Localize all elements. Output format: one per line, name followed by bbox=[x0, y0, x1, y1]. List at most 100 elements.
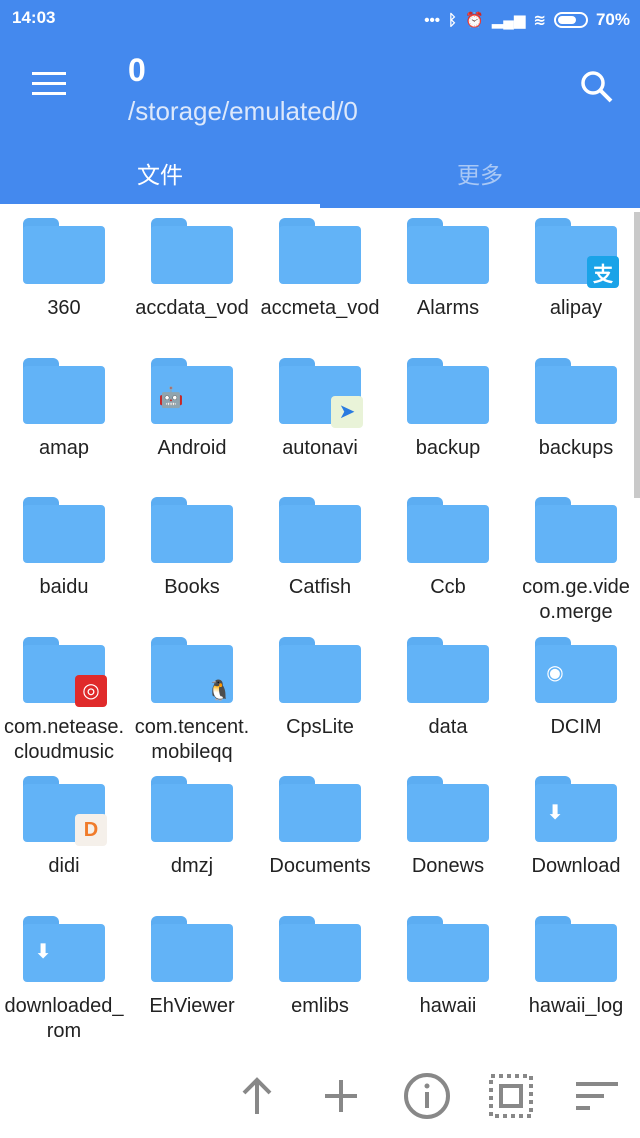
select-all-icon[interactable] bbox=[486, 1068, 536, 1124]
tab-files[interactable]: 文件 bbox=[0, 156, 320, 190]
folder-name: Catfish bbox=[288, 576, 352, 598]
more-dots-icon: ••• bbox=[424, 11, 440, 29]
folder-name: Download bbox=[531, 855, 621, 877]
folder-name: com.ge.video.merge bbox=[522, 576, 630, 623]
menu-button[interactable] bbox=[32, 72, 66, 98]
search-icon[interactable] bbox=[580, 70, 614, 104]
folder-icon: ◎ bbox=[23, 636, 107, 707]
up-arrow-icon[interactable] bbox=[232, 1068, 282, 1124]
bluetooth-icon: ᛒ bbox=[447, 11, 457, 29]
folder-name: 360 bbox=[47, 297, 81, 319]
add-icon[interactable] bbox=[316, 1068, 366, 1124]
folder-icon bbox=[407, 915, 489, 982]
sort-icon[interactable] bbox=[572, 1068, 622, 1124]
folder-name: DCIM bbox=[550, 715, 602, 738]
netease-badge-icon: ◎ bbox=[75, 674, 107, 707]
folder-icon bbox=[151, 776, 233, 842]
folder-item[interactable]: ⬇ Download bbox=[512, 776, 640, 916]
folder-item[interactable]: backups bbox=[512, 357, 640, 498]
folder-name: amap bbox=[38, 436, 90, 459]
folder-name: Documents bbox=[269, 855, 371, 877]
folder-icon bbox=[279, 915, 361, 982]
folder-icon bbox=[407, 218, 489, 284]
folder-item[interactable]: Ddidi bbox=[0, 776, 128, 916]
folder-name: Books bbox=[164, 576, 220, 598]
app-bar: 14:03 ••• ᛒ ⏰ ▂▄▆ ≋ 70% 0 /storage/emula… bbox=[0, 0, 640, 210]
scrollbar[interactable] bbox=[634, 212, 640, 498]
folder-icon bbox=[23, 497, 105, 563]
tab-more[interactable]: 更多 bbox=[320, 156, 640, 190]
alipay-badge-icon: 支 bbox=[587, 256, 619, 288]
folder-item[interactable]: Alarms bbox=[384, 218, 512, 358]
folder-item[interactable]: ⬇ downloaded_rom bbox=[0, 915, 128, 1056]
folder-icon bbox=[535, 915, 617, 982]
folder-item[interactable]: com.ge.video.merge bbox=[512, 497, 640, 637]
folder-item[interactable]: accdata_vod bbox=[128, 218, 256, 358]
folder-name: hawaii bbox=[419, 994, 477, 1017]
alarm-icon: ⏰ bbox=[465, 12, 484, 29]
folder-name: Alarms bbox=[416, 297, 480, 319]
file-grid: 360 accdata_vod accmeta_vod Alarms 支 alipay am… bbox=[0, 218, 632, 1055]
folder-item[interactable]: 支 alipay bbox=[512, 218, 640, 358]
folder-name: backup bbox=[415, 436, 481, 459]
signal-icon: ▂▄▆ bbox=[491, 12, 526, 29]
folder-name: EhViewer bbox=[149, 994, 235, 1017]
folder-icon bbox=[151, 915, 233, 982]
folder-item[interactable]: amap bbox=[0, 357, 128, 498]
folder-icon: ⬇ bbox=[535, 776, 617, 842]
folder-item[interactable]: hawaii_log bbox=[512, 915, 640, 1056]
folder-name: data bbox=[428, 715, 468, 738]
folder-item[interactable]: CpsLite bbox=[256, 636, 384, 777]
folder-name: Ccb bbox=[430, 576, 466, 598]
folder-item[interactable]: Ccb bbox=[384, 497, 512, 637]
folder-icon: 🤖 bbox=[151, 357, 233, 424]
folder-name: autonavi bbox=[282, 436, 358, 459]
folder-item[interactable]: EhViewer bbox=[128, 915, 256, 1056]
folder-name: com.netease.cloudmusic bbox=[3, 715, 125, 763]
bottom-toolbar bbox=[0, 1068, 640, 1124]
folder-icon: ◉ bbox=[535, 636, 617, 703]
folder-item[interactable]: ➤ autonavi bbox=[256, 357, 384, 498]
folder-item[interactable]: Catfish bbox=[256, 497, 384, 637]
status-bar: 14:03 ••• ᛒ ⏰ ▂▄▆ ≋ 70% bbox=[12, 8, 630, 32]
page-title: 0 bbox=[128, 52, 146, 88]
folder-name: Donews bbox=[411, 855, 485, 877]
qq-badge-icon: 🐧 bbox=[206, 680, 232, 702]
folder-item[interactable]: baidu bbox=[0, 497, 128, 637]
folder-name: Android bbox=[157, 436, 227, 459]
folder-item[interactable]: dmzj bbox=[128, 776, 256, 916]
tab-indicator bbox=[0, 204, 320, 210]
folder-icon bbox=[279, 218, 361, 284]
folder-item[interactable]: Books bbox=[128, 497, 256, 637]
download-badge-icon: ⬇ bbox=[546, 801, 564, 824]
folder-item[interactable]: emlibs bbox=[256, 915, 384, 1056]
folder-icon bbox=[23, 218, 105, 284]
autonavi-badge-icon: ➤ bbox=[331, 395, 363, 428]
folder-item[interactable]: 360 bbox=[0, 218, 128, 358]
folder-icon: 🐧 bbox=[151, 636, 233, 703]
folder-item[interactable]: 🐧 com.tencent.mobileqq bbox=[128, 636, 256, 777]
folder-item[interactable]: Donews bbox=[384, 776, 512, 916]
folder-item[interactable]: accmeta_vod bbox=[256, 218, 384, 358]
folder-name: accmeta_vod bbox=[260, 297, 380, 319]
folder-icon bbox=[151, 497, 233, 563]
folder-item[interactable]: ◉ DCIM bbox=[512, 636, 640, 777]
folder-item[interactable]: hawaii bbox=[384, 915, 512, 1056]
info-icon[interactable] bbox=[402, 1068, 452, 1124]
folder-name: CpsLite bbox=[286, 715, 354, 738]
folder-icon: 支 bbox=[535, 218, 619, 288]
folder-icon bbox=[407, 636, 489, 703]
folder-name: dmzj bbox=[170, 855, 214, 877]
folder-item[interactable]: 🤖 Android bbox=[128, 357, 256, 498]
folder-icon bbox=[535, 497, 617, 563]
camera-badge-icon: ◉ bbox=[546, 662, 564, 684]
folder-item[interactable]: backup bbox=[384, 357, 512, 498]
folder-item[interactable]: Documents bbox=[256, 776, 384, 916]
folder-icon bbox=[407, 776, 489, 842]
folder-icon: ➤ bbox=[279, 357, 363, 428]
battery-icon bbox=[553, 12, 588, 28]
folder-item[interactable]: data bbox=[384, 636, 512, 777]
folder-item[interactable]: ◎ com.netease.cloudmusic bbox=[0, 636, 128, 777]
folder-icon bbox=[279, 636, 361, 703]
folder-name: backups bbox=[538, 436, 614, 459]
